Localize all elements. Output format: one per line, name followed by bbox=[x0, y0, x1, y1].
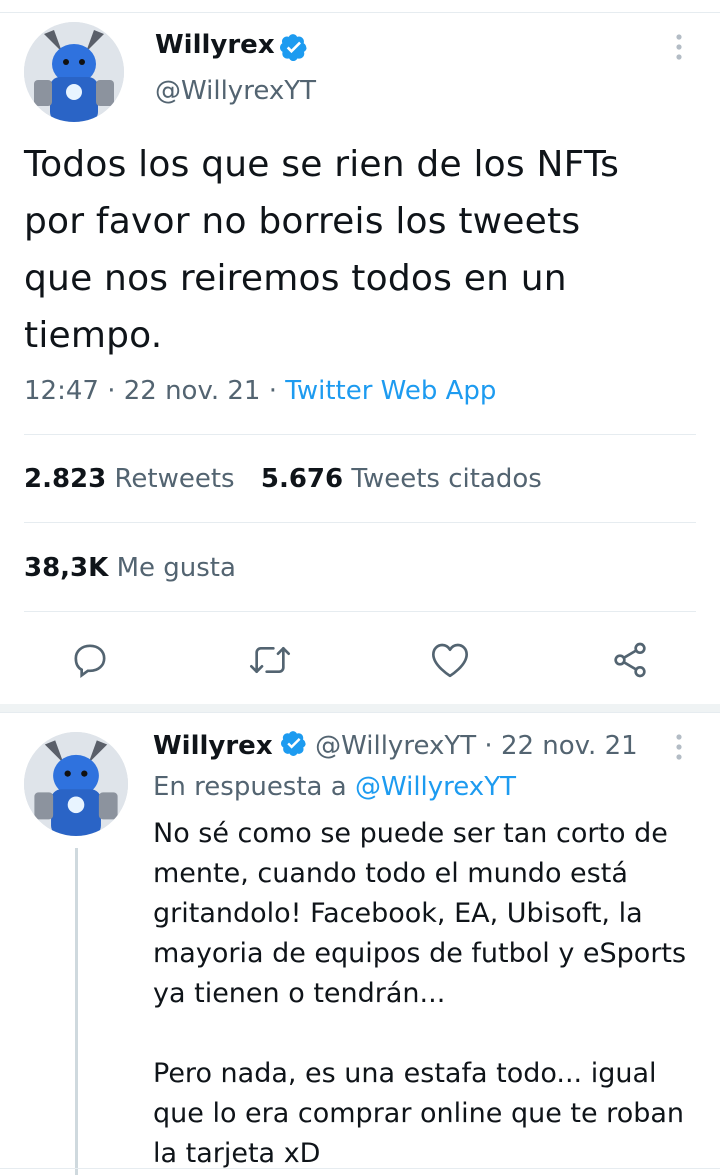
reply-text-line: ya tienen o tendrán... bbox=[153, 978, 446, 1009]
reply-author-name[interactable]: Willyrex bbox=[153, 731, 273, 761]
reply-text-line: gritandolo! Facebook, EA, Ubisoft, la bbox=[153, 898, 643, 929]
tweet-text-line: Todos los que se rien de los NFTs bbox=[24, 144, 620, 185]
tweet-meta: 12:47 · 22 nov. 21 · Twitter Web App bbox=[24, 376, 496, 406]
retweets-label: Retweets bbox=[114, 464, 235, 494]
quotes-label: Tweets citados bbox=[351, 464, 542, 494]
divider bbox=[0, 712, 720, 713]
reply-text-line: mayoria de equipos de futbol y eSports bbox=[153, 938, 687, 969]
reply-icon[interactable] bbox=[70, 640, 110, 680]
reply-text-line bbox=[153, 1014, 686, 1054]
like-icon[interactable] bbox=[430, 641, 470, 679]
reply-author-handle[interactable]: @WillyrexYT bbox=[315, 731, 476, 761]
retweets-stat[interactable]: 2.823 Retweets bbox=[24, 464, 235, 494]
in-reply-mention[interactable]: @WillyrexYT bbox=[355, 772, 516, 802]
likes-label: Me gusta bbox=[116, 553, 236, 583]
tweet-date[interactable]: 22 nov. 21 bbox=[124, 376, 261, 406]
retweet-icon[interactable] bbox=[248, 640, 292, 680]
likes-count: 38,3K bbox=[24, 553, 109, 583]
author-name-row[interactable]: Willyrex bbox=[155, 30, 308, 65]
verified-badge-icon bbox=[279, 33, 308, 65]
divider bbox=[24, 611, 696, 612]
author-name[interactable]: Willyrex bbox=[155, 30, 275, 60]
bottom-divider bbox=[0, 1168, 720, 1169]
tweet-text-line: tiempo. bbox=[24, 315, 163, 356]
reply-text-line: mente, cuando todo el mundo está bbox=[153, 858, 628, 889]
reply-text-line: No sé como se puede ser tan corto de bbox=[153, 818, 668, 849]
reply-text-line: que lo era comprar online que te roban bbox=[153, 1098, 685, 1129]
meta-separator: · bbox=[268, 376, 277, 406]
meta-separator: · bbox=[484, 731, 493, 761]
avatar[interactable] bbox=[24, 22, 124, 122]
divider bbox=[24, 522, 696, 523]
quotes-stat[interactable]: 5.676 Tweets citados bbox=[261, 464, 542, 494]
reply-avatar[interactable] bbox=[24, 732, 128, 836]
in-reply-to: En respuesta a @WillyrexYT bbox=[153, 772, 516, 802]
more-options-icon[interactable] bbox=[668, 32, 690, 66]
in-reply-label: En respuesta a bbox=[153, 772, 347, 802]
tweet-text-line: que nos reiremos todos en un bbox=[24, 258, 567, 299]
verified-badge-icon bbox=[280, 730, 307, 763]
thread-line bbox=[75, 848, 78, 1175]
reply-text: No sé como se puede ser tan corto de men… bbox=[153, 814, 686, 1174]
reply-date[interactable]: 22 nov. 21 bbox=[501, 731, 638, 761]
tweet-text-line: por favor no borreis los tweets bbox=[24, 201, 581, 242]
reply-more-options-icon[interactable] bbox=[668, 732, 690, 766]
share-icon[interactable] bbox=[610, 640, 650, 680]
tweet-text: Todos los que se rien de los NFTs por fa… bbox=[24, 136, 619, 364]
retweets-count: 2.823 bbox=[24, 464, 107, 494]
tweet-source[interactable]: Twitter Web App bbox=[285, 376, 496, 406]
reply-text-line: Pero nada, es una estafa todo... igual bbox=[153, 1058, 657, 1089]
quotes-count: 5.676 bbox=[260, 464, 344, 494]
meta-separator: · bbox=[107, 376, 116, 406]
stats-row: 2.823 Retweets 5.676 Tweets citados bbox=[24, 464, 542, 494]
likes-stat[interactable]: 38,3K Me gusta bbox=[24, 553, 236, 583]
author-handle[interactable]: @WillyrexYT bbox=[155, 76, 316, 106]
section-separator bbox=[0, 704, 720, 712]
tweet-time[interactable]: 12:47 bbox=[24, 376, 99, 406]
top-divider bbox=[0, 12, 720, 13]
reply-header: Willyrex @WillyrexYT · 22 nov. 21 bbox=[153, 730, 638, 763]
divider bbox=[24, 434, 696, 435]
